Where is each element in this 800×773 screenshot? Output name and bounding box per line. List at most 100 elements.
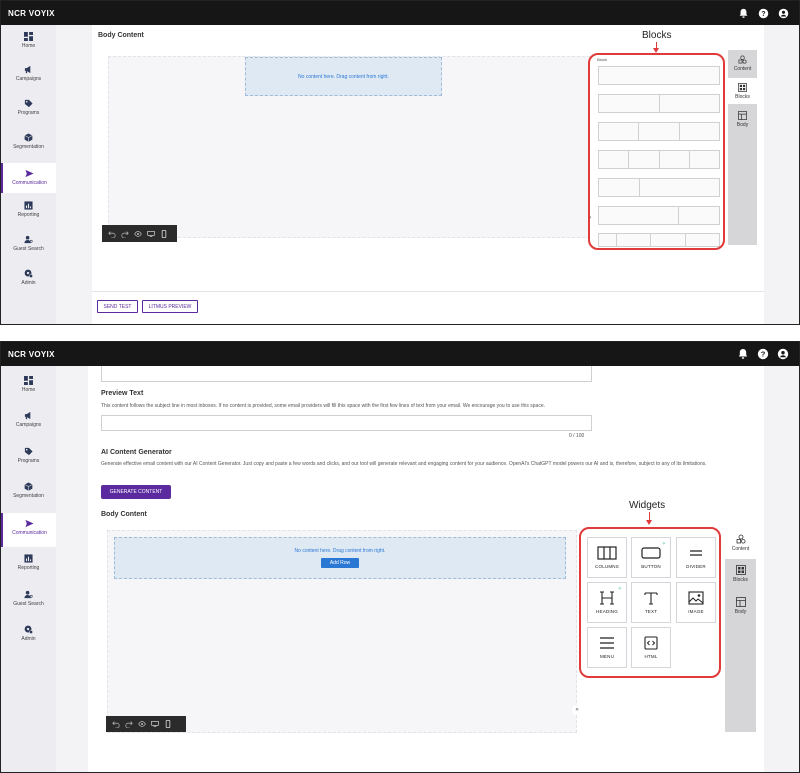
blocks-annotation-box	[588, 53, 725, 250]
editor-side-tabs: Content Blocks Body	[725, 528, 756, 732]
drop-zone[interactable]: No content here. Drag content from right…	[245, 57, 442, 96]
preview-eye-icon[interactable]	[134, 230, 142, 238]
nav-segmentation[interactable]: Segmentation	[1, 482, 56, 512]
add-row-button[interactable]: Add Row	[320, 558, 360, 568]
undo-icon[interactable]	[112, 720, 120, 728]
account-icon[interactable]	[777, 348, 789, 360]
nav-segmentation[interactable]: Segmentation	[1, 133, 56, 163]
tab-blocks[interactable]: Blocks	[728, 78, 757, 104]
page-gutter-right	[764, 366, 799, 772]
nav-label: Reporting	[17, 565, 40, 571]
desktop-view-icon[interactable]	[151, 720, 159, 728]
shapes-icon	[736, 534, 745, 544]
help-icon[interactable]: ?	[757, 7, 769, 19]
subject-line-input[interactable]	[101, 366, 592, 382]
nav-label: Segmentation	[13, 144, 44, 150]
tab-label: Blocks	[733, 577, 748, 583]
chart-icon	[24, 201, 33, 210]
page-gutter-right	[764, 25, 799, 324]
nav-label: Home	[21, 43, 36, 49]
cube-icon	[24, 482, 33, 491]
person-search-icon	[24, 235, 33, 244]
help-icon[interactable]: ?	[757, 348, 769, 360]
drop-zone-text: No content here. Drag content from right…	[294, 548, 386, 554]
preview-text-counter: 0 / 100	[569, 433, 585, 439]
nav-label: Home	[21, 387, 36, 393]
nav-communication[interactable]: Communication	[1, 513, 56, 547]
nav-home[interactable]: Home	[1, 376, 56, 406]
tab-blocks[interactable]: Blocks	[725, 560, 756, 588]
nav-admin[interactable]: Admin	[1, 625, 56, 655]
megaphone-icon	[24, 65, 31, 74]
mobile-view-icon[interactable]	[160, 229, 168, 238]
bell-icon[interactable]	[737, 7, 749, 19]
svg-text:?: ?	[761, 10, 765, 17]
sidebar: Home Campaigns Programs Segmentation Com…	[1, 25, 56, 324]
redo-icon[interactable]	[125, 720, 133, 728]
preview-text-input[interactable]	[101, 415, 592, 431]
nav-communication[interactable]: Communication	[1, 163, 56, 193]
nav-programs[interactable]: Programs	[1, 99, 56, 129]
home-grid-icon	[24, 376, 33, 385]
nav-home[interactable]: Home	[1, 32, 56, 62]
blocks-callout: Blocks	[642, 30, 672, 41]
drop-zone[interactable]: No content here. Drag content from right…	[114, 537, 566, 579]
ai-generator-title: AI Content Generator	[101, 449, 172, 456]
ai-generator-description: Generate effective email content with ou…	[101, 461, 707, 467]
screenshot-blocks-panel: NCR VOYIX ? Home Campaigns Programs Segm…	[0, 0, 800, 325]
nav-admin[interactable]: Admin	[1, 269, 56, 299]
blocks-icon	[735, 565, 746, 575]
tab-body[interactable]: Body	[728, 107, 757, 135]
nav-guest-search[interactable]: Guest Search	[1, 235, 56, 265]
tab-label: Content	[733, 66, 752, 72]
top-bar: NCR VOYIX ?	[1, 342, 799, 366]
desktop-view-icon[interactable]	[147, 230, 155, 238]
undo-icon[interactable]	[108, 230, 116, 238]
tag-icon	[24, 99, 33, 108]
preview-eye-icon[interactable]	[138, 720, 146, 728]
app-logo: NCR VOYIX	[8, 8, 55, 18]
page-gutter-left	[56, 366, 88, 772]
preview-text-description: This content follows the subject line in…	[101, 403, 546, 409]
nav-reporting[interactable]: Reporting	[1, 201, 56, 231]
editor-toolbar	[102, 225, 177, 242]
nav-programs[interactable]: Programs	[1, 447, 56, 477]
nav-label: Admin	[21, 280, 36, 286]
top-bar: NCR VOYIX ?	[1, 1, 799, 25]
redo-icon[interactable]	[121, 230, 129, 238]
cube-icon	[24, 133, 33, 142]
tab-content[interactable]: Content	[728, 50, 757, 78]
body-content-title: Body Content	[101, 511, 147, 518]
mobile-view-icon[interactable]	[164, 720, 172, 728]
tab-body[interactable]: Body	[725, 592, 756, 620]
tab-content[interactable]: Content	[725, 528, 756, 559]
nav-label: Guest Search	[13, 601, 44, 607]
nav-label: Campaigns	[15, 76, 42, 82]
screenshot-widgets-panel: NCR VOYIX ? Home Campaigns Programs Segm…	[0, 341, 800, 773]
nav-campaigns[interactable]: Campaigns	[1, 65, 56, 95]
admin-gear-icon	[24, 625, 33, 634]
nav-guest-search[interactable]: Guest Search	[1, 590, 56, 620]
home-grid-icon	[24, 32, 33, 41]
tag-icon	[24, 447, 33, 456]
tab-label: Body	[734, 609, 747, 615]
nav-label: Campaigns	[15, 422, 42, 428]
tab-label: Blocks	[735, 94, 750, 100]
nav-reporting[interactable]: Reporting	[1, 554, 56, 584]
widgets-annotation-box	[579, 527, 721, 678]
nav-label: Programs	[17, 110, 40, 116]
litmus-preview-button[interactable]: LITMUS PREVIEW	[142, 300, 198, 313]
nav-label: Programs	[17, 458, 40, 464]
nav-campaigns[interactable]: Campaigns	[1, 411, 56, 441]
megaphone-icon	[24, 411, 31, 420]
nav-label: Reporting	[17, 212, 40, 218]
generate-content-button[interactable]: GENERATE CONTENT	[101, 485, 171, 499]
preview-text-title: Preview Text	[101, 390, 144, 397]
bell-icon[interactable]	[737, 348, 749, 360]
nav-label: Admin	[21, 636, 36, 642]
account-icon[interactable]	[777, 7, 789, 19]
admin-gear-icon	[24, 269, 33, 278]
send-test-button[interactable]: SEND TEST	[97, 300, 138, 313]
tab-label: Content	[731, 546, 750, 552]
drop-zone-text: No content here. Drag content from right…	[298, 73, 389, 80]
